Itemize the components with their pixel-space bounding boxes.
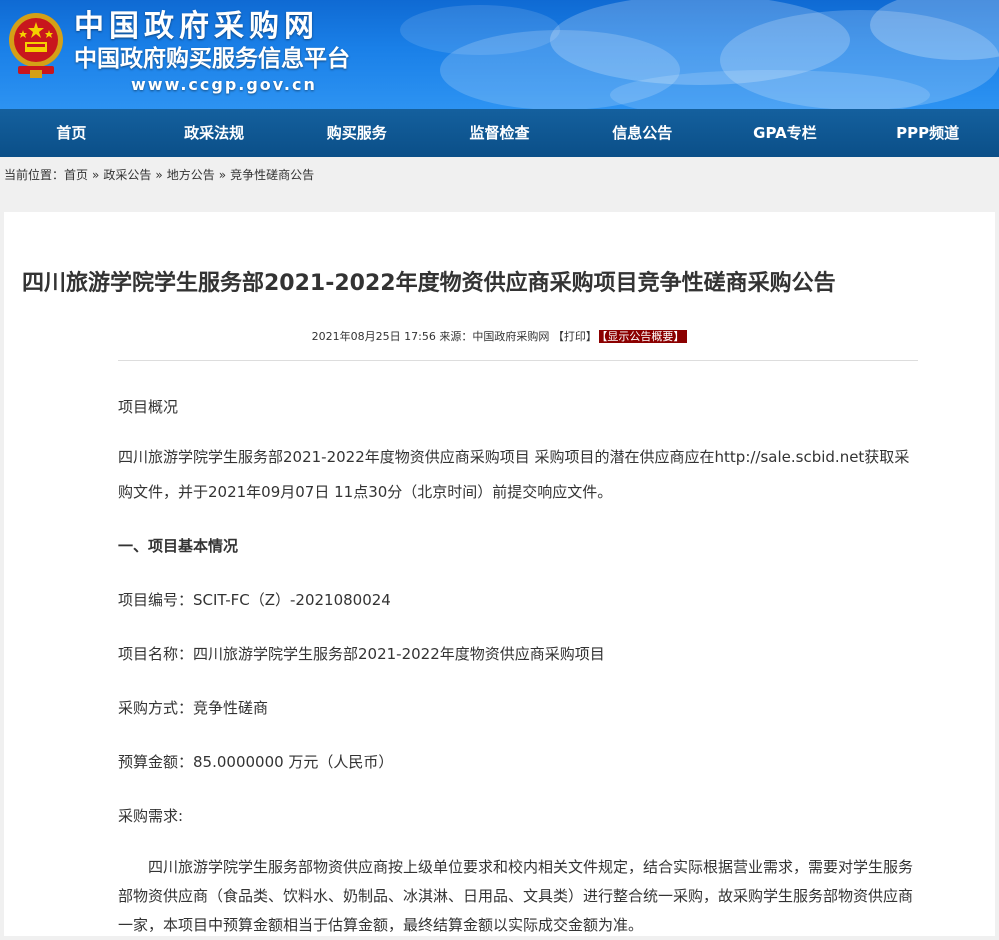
national-emblem-icon bbox=[9, 13, 63, 78]
project-number: 项目编号：SCIT-FC（Z）-2021080024 bbox=[118, 591, 391, 609]
demand-text: 四川旅游学院学生服务部物资供应商按上级单位要求和校内相关文件规定，结合实际根据营… bbox=[118, 858, 914, 934]
overview-text: 四川旅游学院学生服务部2021-2022年度物资供应商采购项目 采购项目的潜在供… bbox=[118, 448, 910, 501]
nav-supervision[interactable]: 监督检查 bbox=[428, 109, 571, 157]
demand-label: 采购需求: bbox=[118, 807, 184, 825]
section-basic-heading: 一、项目基本情况 bbox=[118, 537, 239, 555]
breadcrumb-announcements[interactable]: 政采公告 bbox=[103, 168, 151, 182]
article-meta: 2021年08月25日 17:56 来源：中国政府采购网 【打印】 【显示公告概要… bbox=[4, 329, 995, 345]
site-header: 中国政府采购网 中国政府购买服务信息平台 www.ccgp.gov.cn bbox=[0, 0, 999, 109]
breadcrumb-local[interactable]: 地方公告 bbox=[167, 168, 215, 182]
nav-purchase-services[interactable]: 购买服务 bbox=[285, 109, 428, 157]
nav-ppp[interactable]: PPP频道 bbox=[856, 109, 999, 157]
breadcrumb-label: 当前位置： bbox=[4, 168, 65, 182]
nav-home[interactable]: 首页 bbox=[0, 109, 143, 157]
nav-regulations[interactable]: 政采法规 bbox=[143, 109, 286, 157]
breadcrumb-separator: » bbox=[155, 168, 163, 182]
procurement-method: 采购方式：竞争性磋商 bbox=[118, 699, 269, 717]
site-title: 中国政府采购网 bbox=[74, 9, 319, 44]
project-name: 项目名称：四川旅游学院学生服务部2021-2022年度物资供应商采购项目 bbox=[118, 645, 605, 663]
section-overview: 项目概况 bbox=[118, 398, 179, 416]
nav-gpa[interactable]: GPA专栏 bbox=[714, 109, 857, 157]
divider bbox=[118, 360, 918, 361]
publish-info: 2021年08月25日 17:56 来源：中国政府采购网 【打印】 bbox=[311, 330, 597, 343]
article-container: 四川旅游学院学生服务部2021-2022年度物资供应商采购项目竞争性磋商采购公告… bbox=[4, 212, 995, 936]
main-nav: 首页 政采法规 购买服务 监督检查 信息公告 GPA专栏 PPP频道 bbox=[0, 109, 999, 157]
show-summary-button[interactable]: 【显示公告概要】 bbox=[598, 330, 688, 343]
breadcrumb-home[interactable]: 首页 bbox=[64, 168, 88, 182]
article-title: 四川旅游学院学生服务部2021-2022年度物资供应商采购项目竞争性磋商采购公告 bbox=[22, 271, 836, 296]
breadcrumb-separator: » bbox=[92, 168, 100, 182]
breadcrumb-separator: » bbox=[218, 168, 227, 182]
breadcrumb-current[interactable]: 竞争性磋商公告 bbox=[230, 168, 314, 182]
budget-amount: 预算金额：85.0000000 万元（人民币） bbox=[118, 753, 394, 771]
nav-announcements[interactable]: 信息公告 bbox=[571, 109, 714, 157]
site-url[interactable]: www.ccgp.gov.cn bbox=[131, 74, 317, 96]
breadcrumb: 当前位置：首页» 政采公告» 地方公告» 竞争性磋商公告 bbox=[0, 162, 999, 188]
site-subtitle: 中国政府购买服务信息平台 bbox=[74, 46, 350, 72]
